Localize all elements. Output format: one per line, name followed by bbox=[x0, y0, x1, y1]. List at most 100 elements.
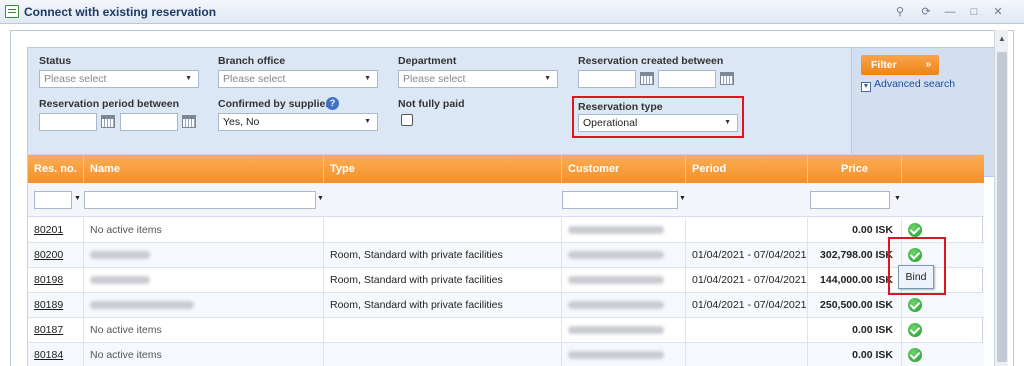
period-cell: 01/04/2021 - 07/04/2021 bbox=[686, 293, 808, 317]
bind-check-icon[interactable] bbox=[908, 223, 922, 237]
table-row[interactable]: 80187 No active items 0.00 ISK bbox=[28, 318, 984, 343]
customer-cell bbox=[562, 293, 686, 317]
customer-cell bbox=[562, 318, 686, 342]
filter-button[interactable]: Filter » bbox=[861, 55, 939, 75]
customer-cell bbox=[562, 218, 686, 242]
advanced-search-label: Advanced search bbox=[874, 78, 956, 90]
maximize-icon[interactable]: □ bbox=[966, 4, 982, 20]
price-filter-input[interactable] bbox=[810, 191, 890, 209]
department-select[interactable]: Please select ▼ bbox=[398, 70, 558, 88]
reservation-period-label: Reservation period between bbox=[39, 98, 180, 110]
period-from-input[interactable] bbox=[39, 113, 97, 131]
department-select-value: Please select bbox=[403, 73, 466, 85]
chevron-down-icon: ▼ bbox=[364, 118, 371, 125]
type-cell: Room, Standard with private facilities bbox=[324, 268, 562, 292]
res-no-link[interactable]: 80201 bbox=[28, 218, 84, 242]
bind-check-icon[interactable] bbox=[908, 323, 922, 337]
redacted-text bbox=[568, 226, 664, 235]
reservations-grid: Res. no. Name Type Customer Period Price… bbox=[27, 154, 984, 366]
help-icon[interactable]: ? bbox=[326, 97, 339, 110]
calendar-icon[interactable] bbox=[101, 115, 115, 128]
window-titlebar: Connect with existing reservation ⚲ ⟳ — … bbox=[0, 0, 1024, 24]
redacted-text bbox=[568, 351, 664, 360]
chevron-down-icon[interactable]: ▼ bbox=[317, 195, 324, 202]
branch-office-select[interactable]: Please select ▼ bbox=[218, 70, 378, 88]
created-to-input[interactable] bbox=[658, 70, 716, 88]
confirmed-by-suppliers-select[interactable]: Yes, No ▼ bbox=[218, 113, 378, 131]
advanced-search-toggle[interactable]: ▼ Advanced search bbox=[861, 78, 955, 92]
price-cell: 0.00 ISK bbox=[808, 343, 902, 366]
price-cell: 0.00 ISK bbox=[808, 318, 902, 342]
column-header-action bbox=[902, 155, 984, 183]
dialog-body: Status Please select ▼ Branch office Ple… bbox=[10, 30, 1014, 366]
chevron-down-icon[interactable]: ▼ bbox=[894, 195, 901, 202]
type-cell bbox=[324, 218, 562, 242]
table-row[interactable]: 80198 Room, Standard with private facili… bbox=[28, 268, 984, 293]
double-chevron-right-icon: » bbox=[925, 59, 931, 70]
type-cell: Room, Standard with private facilities bbox=[324, 293, 562, 317]
column-header-type[interactable]: Type bbox=[324, 155, 562, 183]
scrollbar-thumb[interactable] bbox=[997, 52, 1007, 362]
table-row[interactable]: 80189 Room, Standard with private facili… bbox=[28, 293, 984, 318]
redacted-text bbox=[568, 251, 664, 260]
department-label: Department bbox=[398, 55, 457, 67]
close-icon[interactable]: ✕ bbox=[990, 4, 1006, 20]
reservation-type-select[interactable]: Operational ▼ bbox=[578, 114, 738, 132]
period-cell: 01/04/2021 - 07/04/2021 bbox=[686, 268, 808, 292]
confirmed-by-suppliers-label: Confirmed by suppliers bbox=[218, 98, 336, 110]
column-header-name[interactable]: Name bbox=[84, 155, 324, 183]
created-from-input[interactable] bbox=[578, 70, 636, 88]
redacted-text bbox=[90, 301, 194, 310]
chevron-down-icon: ▼ bbox=[724, 119, 731, 126]
confirmed-by-suppliers-value: Yes, No bbox=[223, 116, 260, 128]
column-header-period[interactable]: Period bbox=[686, 155, 808, 183]
type-cell: Room, Standard with private facilities bbox=[324, 243, 562, 267]
pin-icon[interactable]: ⚲ bbox=[892, 4, 908, 20]
name-cell: No active items bbox=[84, 343, 324, 366]
name-cell bbox=[84, 268, 324, 292]
res-no-link[interactable]: 80198 bbox=[28, 268, 84, 292]
grid-header: Res. no. Name Type Customer Period Price bbox=[28, 155, 984, 183]
res-no-link[interactable]: 80189 bbox=[28, 293, 84, 317]
redacted-text bbox=[568, 326, 664, 335]
status-select[interactable]: Please select ▼ bbox=[39, 70, 199, 88]
not-fully-paid-label: Not fully paid bbox=[398, 98, 465, 110]
res-no-filter-input[interactable] bbox=[34, 191, 72, 209]
customer-filter-input[interactable] bbox=[562, 191, 678, 209]
window-app-icon bbox=[5, 5, 19, 18]
refresh-icon[interactable]: ⟳ bbox=[918, 4, 934, 20]
period-cell bbox=[686, 343, 808, 366]
column-header-res-no[interactable]: Res. no. bbox=[28, 155, 84, 183]
chevron-down-icon: ▼ bbox=[185, 75, 192, 82]
calendar-icon[interactable] bbox=[720, 72, 734, 85]
column-header-customer[interactable]: Customer bbox=[562, 155, 686, 183]
branch-office-select-value: Please select bbox=[223, 73, 286, 85]
chevron-down-icon[interactable]: ▼ bbox=[74, 195, 81, 202]
calendar-icon[interactable] bbox=[640, 72, 654, 85]
customer-cell bbox=[562, 268, 686, 292]
name-cell: No active items bbox=[84, 318, 324, 342]
not-fully-paid-checkbox[interactable] bbox=[401, 114, 413, 126]
res-no-link[interactable]: 80187 bbox=[28, 318, 84, 342]
table-row[interactable]: 80201 No active items 0.00 ISK bbox=[28, 218, 984, 243]
minimize-icon[interactable]: — bbox=[942, 4, 958, 20]
reservation-created-label: Reservation created between bbox=[578, 55, 724, 67]
expand-icon: ▼ bbox=[861, 82, 871, 92]
column-header-price[interactable]: Price bbox=[808, 155, 902, 183]
chevron-down-icon[interactable]: ▼ bbox=[679, 195, 686, 202]
period-to-input[interactable] bbox=[120, 113, 178, 131]
calendar-icon[interactable] bbox=[182, 115, 196, 128]
table-row[interactable]: 80200 Room, Standard with private facili… bbox=[28, 243, 984, 268]
bind-check-icon[interactable] bbox=[908, 298, 922, 312]
name-filter-input[interactable] bbox=[84, 191, 316, 209]
res-no-link[interactable]: 80200 bbox=[28, 243, 84, 267]
scroll-up-icon[interactable]: ▲ bbox=[998, 34, 1006, 43]
chevron-down-icon: ▼ bbox=[364, 75, 371, 82]
grid-filter-row: ▼ ▼ ▼ ▼ bbox=[28, 183, 984, 217]
table-row[interactable]: 80184 No active items 0.00 ISK bbox=[28, 343, 984, 366]
reservation-type-label: Reservation type bbox=[578, 101, 663, 113]
name-cell: No active items bbox=[84, 218, 324, 242]
res-no-link[interactable]: 80184 bbox=[28, 343, 84, 366]
bind-check-icon[interactable] bbox=[908, 348, 922, 362]
vertical-scrollbar[interactable]: ▲ bbox=[994, 30, 1008, 366]
